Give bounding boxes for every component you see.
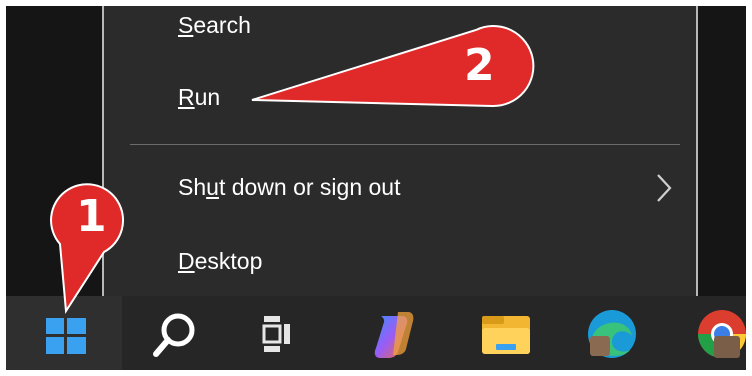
callout-1-number: 1 bbox=[76, 191, 107, 242]
callout-2-number: 2 bbox=[464, 40, 495, 91]
screen: Search Run Shut down or sign out Desktop bbox=[6, 6, 746, 370]
annotation-overlay bbox=[50, 25, 535, 314]
